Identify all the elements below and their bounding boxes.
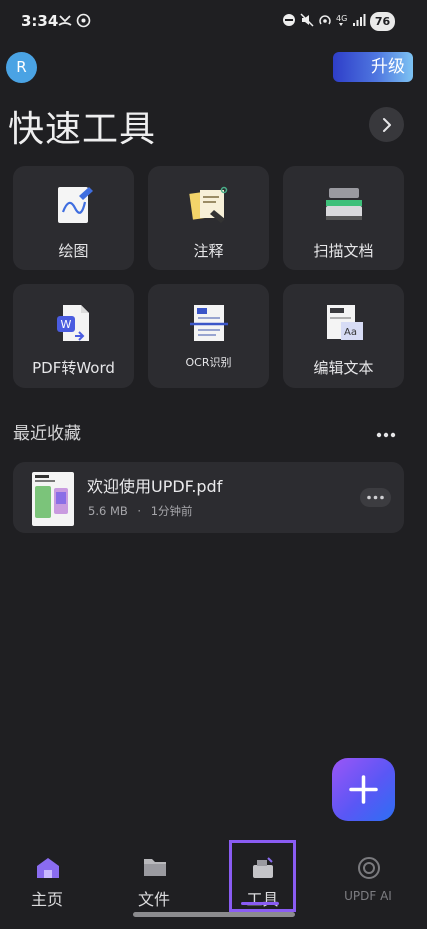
pdf-to-word-icon: W <box>57 305 89 341</box>
upgrade-button[interactable]: 升级 <box>333 52 413 82</box>
more-horizontal-icon <box>367 495 384 500</box>
tool-label: 编辑文本 <box>313 359 374 377</box>
signal-icon <box>353 14 366 26</box>
tool-label: 绘图 <box>58 242 89 260</box>
nav-label: 文件 <box>137 890 170 909</box>
add-button[interactable] <box>332 758 395 821</box>
nav-label: 主页 <box>30 890 63 909</box>
plus-icon <box>349 775 378 804</box>
chevron-right-icon <box>383 118 391 132</box>
page-title: 快速工具 <box>8 109 157 150</box>
annotation-icon <box>189 186 228 223</box>
hotspot-icon <box>319 15 331 25</box>
nav-files[interactable]: 文件 <box>109 840 199 912</box>
home-icon <box>37 858 59 878</box>
more-tools-button[interactable] <box>369 107 404 142</box>
file-name: 欢迎使用UPDF.pdf <box>87 477 223 496</box>
file-menu-button[interactable] <box>360 488 391 507</box>
file-time: 1分钟前 <box>150 504 193 518</box>
mute-icon <box>300 13 314 27</box>
tool-annotation[interactable]: 注释 <box>148 166 269 270</box>
nav-label: 工具 <box>246 890 279 909</box>
ocr-icon <box>190 305 228 341</box>
do-not-disturb-icon <box>283 14 295 26</box>
file-thumbnail <box>32 472 74 526</box>
ai-icon <box>358 857 380 879</box>
nav-tools[interactable]: 工具 <box>229 840 296 912</box>
drawing-icon <box>58 187 93 223</box>
avatar[interactable]: R <box>6 52 37 83</box>
more-horizontal-icon[interactable] <box>376 432 396 438</box>
list-item[interactable]: 欢迎使用UPDF.pdf 5.6 MB · 1分钟前 <box>13 462 404 533</box>
tool-scan-document[interactable]: 扫描文档 <box>283 166 404 270</box>
file-meta: 5.6 MB · 1分钟前 <box>88 503 193 519</box>
svg-text:Aa: Aa <box>344 327 357 338</box>
svg-text:4G: 4G <box>336 14 347 23</box>
favorites-title: 最近收藏 <box>13 424 81 444</box>
edit-text-icon: Aa <box>327 305 363 340</box>
folder-icon <box>144 859 166 876</box>
tool-label: 注释 <box>193 242 224 260</box>
status-time: 3:34 <box>21 12 59 30</box>
tool-label: 扫描文档 <box>313 242 374 260</box>
active-tab-indicator <box>241 902 279 905</box>
battery-indicator: 76 <box>370 12 395 31</box>
toolbox-icon <box>253 857 273 878</box>
nav-updf-ai[interactable]: UPDF AI <box>323 840 413 912</box>
missed-call-icon <box>58 15 72 26</box>
tool-label: PDF转Word <box>32 359 115 377</box>
status-bar: 3:34 4G 76 <box>0 0 427 44</box>
file-size: 5.6 MB <box>88 504 128 518</box>
tool-ocr[interactable]: OCR识别 <box>148 284 269 388</box>
tool-drawing[interactable]: 绘图 <box>13 166 134 270</box>
tool-edit-text[interactable]: Aa 编辑文本 <box>283 284 404 388</box>
4g-icon: 4G <box>336 14 347 26</box>
nav-label: UPDF AI <box>344 889 392 903</box>
nav-home[interactable]: 主页 <box>2 840 92 912</box>
svg-text:W: W <box>61 318 72 331</box>
home-indicator <box>133 912 295 917</box>
scanner-icon <box>326 188 362 220</box>
whatsapp-icon <box>76 13 91 28</box>
tool-pdf-to-word[interactable]: W PDF转Word <box>13 284 134 388</box>
tool-label: OCR识别 <box>185 356 232 369</box>
meta-separator: · <box>137 504 142 518</box>
